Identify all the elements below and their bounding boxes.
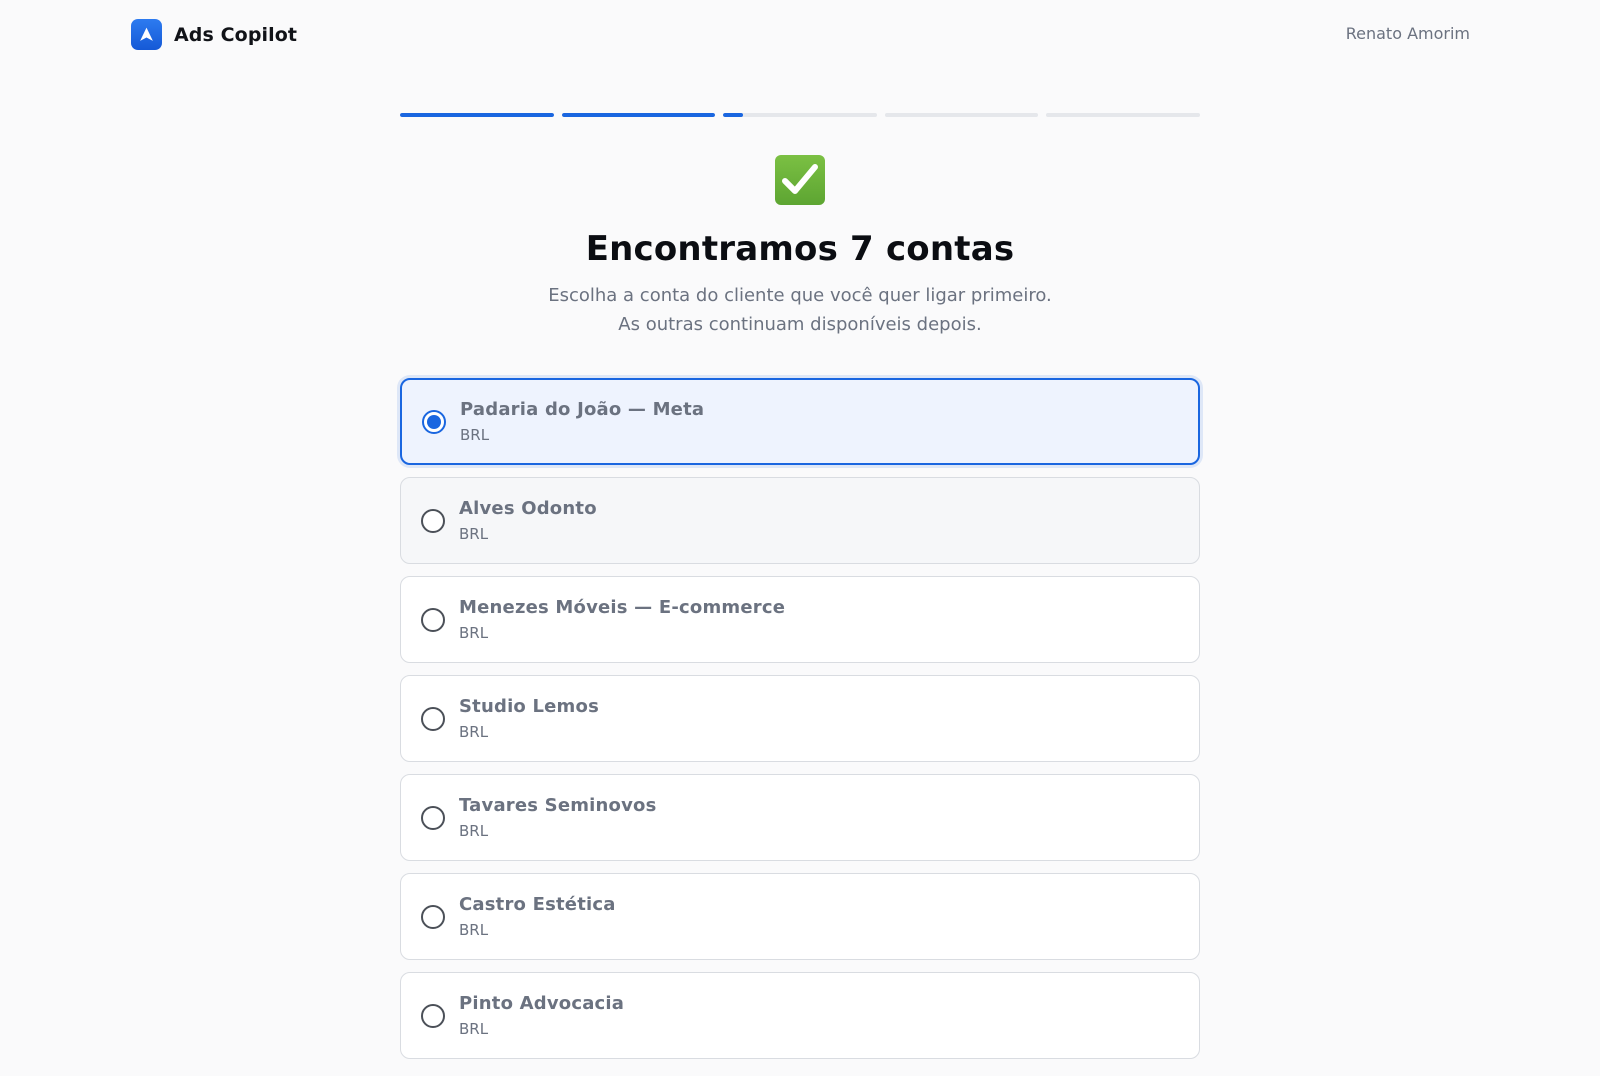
progress-step [1046,113,1200,117]
page-subtitle: Escolha a conta do cliente que você quer… [0,281,1600,339]
progress-step-fill [561,113,716,117]
account-option-menezes-moveis[interactable]: Menezes Móveis — E-commerce BRL [400,576,1200,663]
account-name: Padaria do João — Meta [460,399,705,420]
page-title: Encontramos 7 contas [585,229,1015,269]
account-option-studio-lemos[interactable]: Studio Lemos BRL [400,675,1200,762]
account-currency: BRL [459,525,489,543]
account-text: Padaria do João — Meta BRL [460,399,704,444]
radio-button[interactable] [421,1003,445,1028]
top-bar: Ads Copilot Renato Amorim [0,0,1600,70]
subtitle-line-1: Escolha a conta do cliente que você quer… [548,285,1052,306]
radio-button[interactable] [421,706,445,731]
account-option-pinto-advocacia[interactable]: Pinto Advocacia BRL [400,972,1200,1059]
progress-stepper [400,113,1200,117]
account-currency: BRL [459,624,489,642]
subtitle-line-2: As outras continuam disponíveis depois. [618,314,982,335]
account-currency: BRL [459,723,489,741]
progress-step-fill [723,113,744,117]
account-name: Studio Lemos [459,696,599,717]
account-text: Tavares Seminovos BRL [459,795,657,840]
account-name: Tavares Seminovos [459,795,657,816]
account-name: Menezes Móveis — E-commerce [459,597,786,618]
account-name: Pinto Advocacia [459,993,625,1014]
brand[interactable]: Ads Copilot [131,19,297,50]
radio-button[interactable] [421,508,445,533]
account-text: Alves Odonto BRL [459,498,597,543]
radio-button[interactable] [422,409,446,434]
account-currency: BRL [459,1020,489,1038]
account-option-padaria-do-joao[interactable]: Padaria do João — Meta BRL [400,378,1200,465]
account-name: Alves Odonto [459,498,597,519]
account-option-alves-odonto[interactable]: Alves Odonto BRL [400,477,1200,564]
account-currency: BRL [459,921,489,939]
radio-button[interactable] [421,805,445,830]
account-text: Studio Lemos BRL [459,696,599,741]
account-text: Menezes Móveis — E-commerce BRL [459,597,785,642]
hero-section: Encontramos 7 contas Escolha a conta do … [0,155,1600,339]
account-currency: BRL [460,426,490,444]
account-currency: BRL [459,822,489,840]
radio-button[interactable] [421,607,445,632]
account-text: Pinto Advocacia BRL [459,993,624,1038]
progress-step-fill [400,113,554,117]
app-name: Ads Copilot [174,23,298,46]
progress-step [884,113,1039,117]
user-name[interactable]: Renato Amorim [1346,24,1470,43]
check-mark-button-icon [775,155,825,205]
account-text: Castro Estética BRL [459,894,616,939]
navigation-arrow-icon [131,19,162,50]
progress-step [723,113,877,117]
account-option-tavares-seminovos[interactable]: Tavares Seminovos BRL [400,774,1200,861]
account-name: Castro Estética [459,894,616,915]
account-list: Padaria do João — Meta BRL Alves Odonto … [400,378,1200,1059]
progress-step [400,113,554,117]
radio-button[interactable] [421,904,445,929]
account-option-castro-estetica[interactable]: Castro Estética BRL [400,873,1200,960]
progress-step [561,113,716,117]
